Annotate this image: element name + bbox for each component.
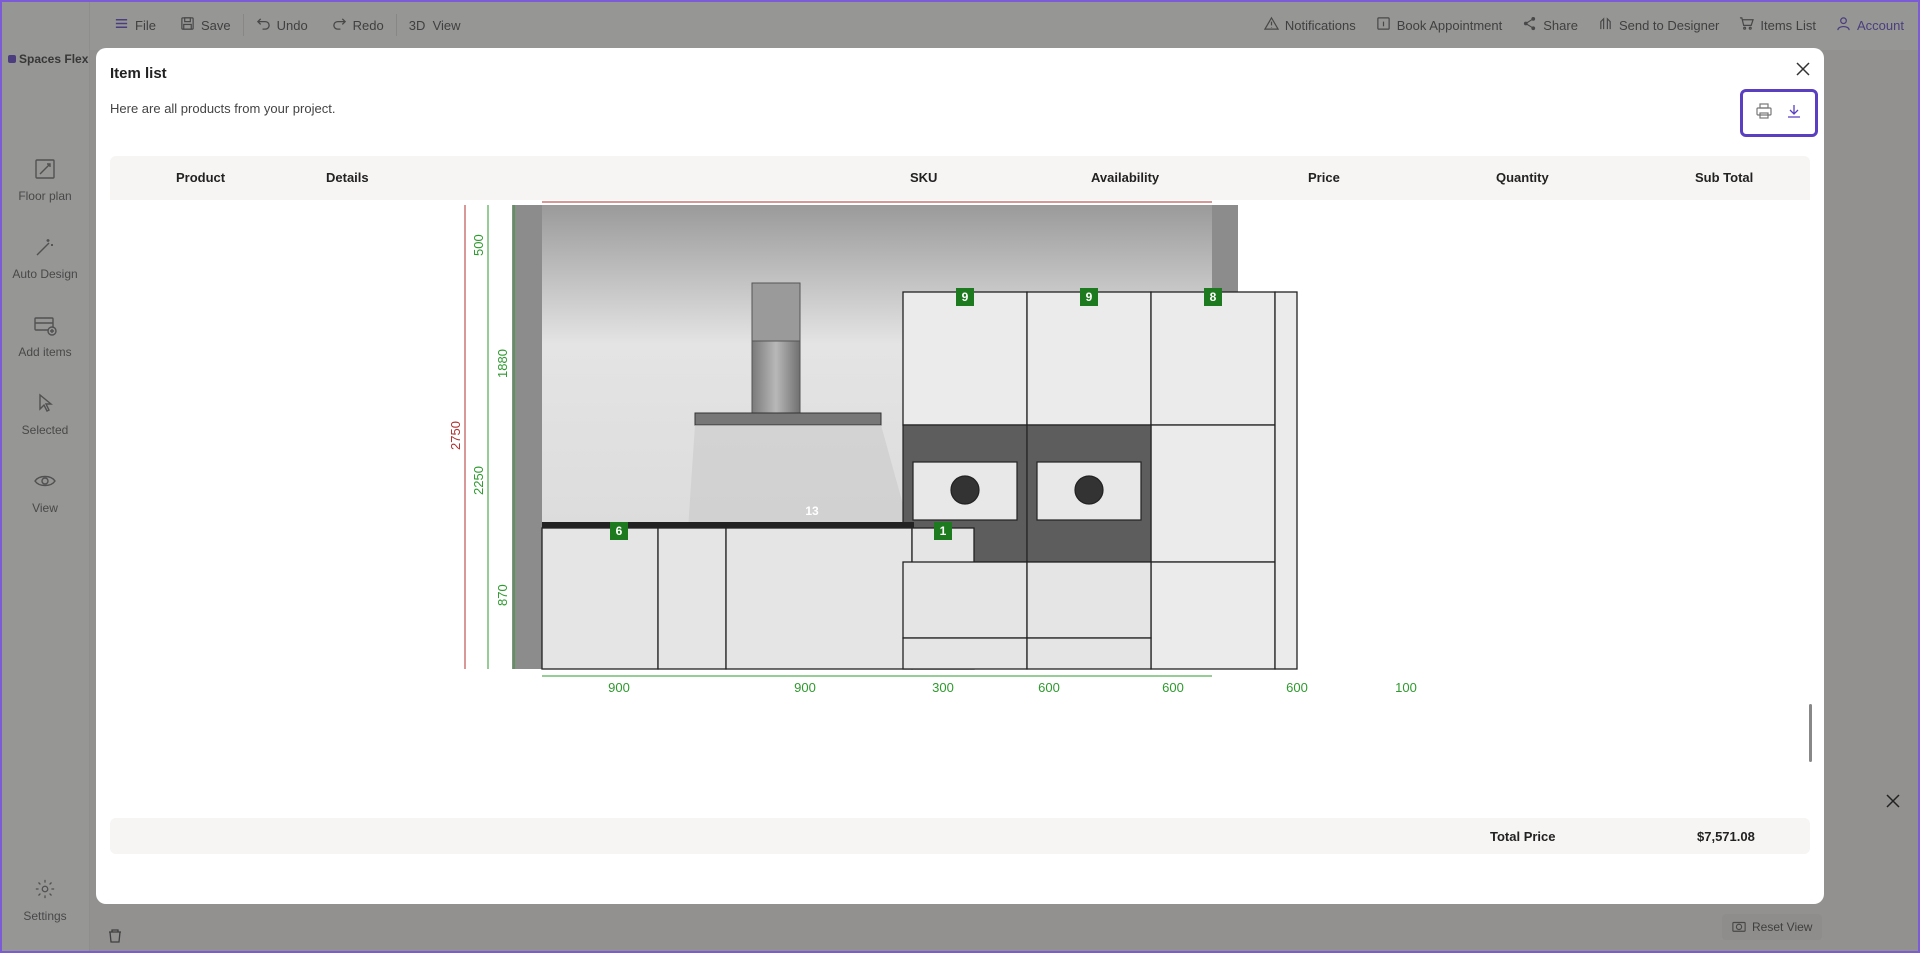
modal-subtitle: Here are all products from your project. — [110, 101, 336, 116]
dim-label: 600 — [1286, 680, 1308, 695]
marker-label: 9 — [1086, 290, 1093, 304]
height-labels: 500 1880 2750 2250 870 — [448, 234, 510, 606]
dim-label: 100 — [1395, 680, 1417, 695]
print-icon[interactable] — [1756, 102, 1772, 124]
table-scrollbar[interactable] — [1809, 704, 1812, 762]
dim-label: 900 — [794, 680, 816, 695]
dim-label: 2250 — [471, 466, 486, 495]
hood-shadow — [688, 425, 910, 530]
countertop — [542, 522, 914, 528]
dim-label: 600 — [1162, 680, 1184, 695]
dim-label: 1880 — [495, 349, 510, 378]
column-header: Availability — [1091, 170, 1160, 185]
marker-label: 1 — [940, 524, 947, 538]
dim-label: 300 — [932, 680, 954, 695]
width-labels: 900 900 300 600 600 600 100 — [608, 680, 1417, 695]
hood-chimney — [751, 282, 801, 342]
kitchen-elevation-drawing: 500 1880 2750 2250 870 900 900 300 600 6… — [448, 201, 1417, 695]
total-row: Total Price $7,571.08 — [110, 818, 1810, 854]
marker-label: 9 — [962, 290, 969, 304]
column-header: Details — [326, 170, 369, 185]
column-header: Price — [1308, 170, 1340, 185]
dim-label: 600 — [1038, 680, 1060, 695]
marker-label: 13 — [805, 504, 819, 518]
download-icon[interactable] — [1786, 103, 1802, 124]
close-overlay-button[interactable] — [1884, 792, 1902, 815]
marker-label: 8 — [1210, 290, 1217, 304]
dim-label: 900 — [608, 680, 630, 695]
export-tools — [1740, 89, 1818, 137]
total-value: $7,571.08 — [1697, 829, 1755, 844]
column-header: Product — [176, 170, 226, 185]
dim-label: 2750 — [448, 421, 463, 450]
hood-canopy — [694, 412, 882, 426]
column-header: Quantity — [1496, 170, 1549, 185]
item-list-modal: Item list Here are all products from you… — [96, 48, 1824, 904]
marker-label: 6 — [616, 524, 623, 538]
dim-label: 500 — [471, 234, 486, 256]
column-header: Sub Total — [1695, 170, 1754, 185]
column-header: SKU — [910, 170, 938, 185]
close-button[interactable] — [1792, 58, 1814, 80]
total-label: Total Price — [1490, 829, 1556, 844]
table-body[interactable]: 500 1880 2750 2250 870 900 900 300 600 6… — [110, 200, 1810, 866]
modal-title: Item list — [110, 65, 167, 82]
dim-label: 870 — [495, 584, 510, 606]
table-header: Product Details SKU Availability Price Q… — [110, 156, 1810, 200]
hood-stack — [751, 340, 801, 414]
